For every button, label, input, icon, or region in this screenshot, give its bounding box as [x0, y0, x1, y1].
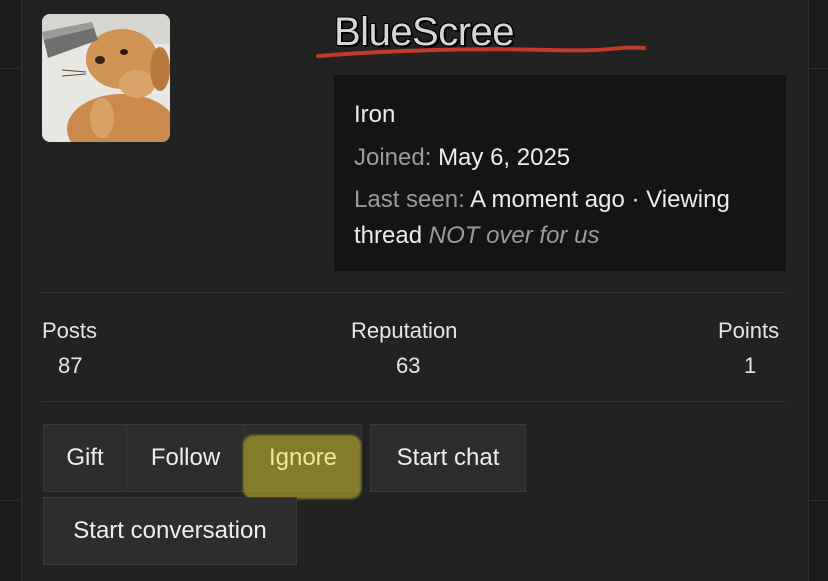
viewing-row: thread NOT over for us: [354, 222, 599, 250]
ignore-button-label: Ignore: [268, 444, 338, 471]
background-divider: [0, 68, 21, 69]
ignore-button[interactable]: Ignore: [243, 424, 362, 499]
stat-points-label[interactable]: Points: [718, 318, 779, 344]
start-chat-button[interactable]: Start chat: [370, 424, 526, 492]
stat-posts-value[interactable]: 87: [58, 353, 82, 379]
joined-row: Joined: May 6, 2025: [354, 144, 570, 172]
stat-reputation-value[interactable]: 63: [396, 353, 420, 379]
stat-posts-label[interactable]: Posts: [42, 318, 97, 344]
thread-link[interactable]: NOT over for us: [429, 222, 600, 249]
start-conversation-button[interactable]: Start conversation: [43, 497, 297, 565]
member-rank: Iron: [354, 101, 396, 128]
background-divider: [807, 68, 828, 69]
last-seen-value: A moment ago · Viewing: [470, 186, 730, 213]
follow-button[interactable]: Follow: [126, 424, 245, 492]
stat-points-value[interactable]: 1: [744, 353, 756, 379]
stat-reputation-label[interactable]: Reputation: [351, 318, 457, 344]
joined-label: Joined:: [354, 144, 432, 171]
background-divider: [0, 500, 21, 501]
section-divider: [42, 292, 786, 293]
member-info-box: Iron Joined: May 6, 2025 Last seen: A mo…: [334, 75, 786, 271]
gift-button[interactable]: Gift: [43, 424, 127, 492]
last-seen-row: Last seen: A moment ago · Viewing: [354, 186, 730, 214]
avatar[interactable]: [42, 14, 170, 142]
username-underline-annotation: [316, 45, 646, 58]
last-seen-label: Last seen:: [354, 186, 465, 213]
background-divider: [807, 500, 828, 501]
viewing-thread-text: thread: [354, 222, 423, 249]
dog-avatar-image: [42, 14, 170, 142]
joined-date: May 6, 2025: [438, 144, 571, 171]
section-divider: [42, 401, 786, 402]
